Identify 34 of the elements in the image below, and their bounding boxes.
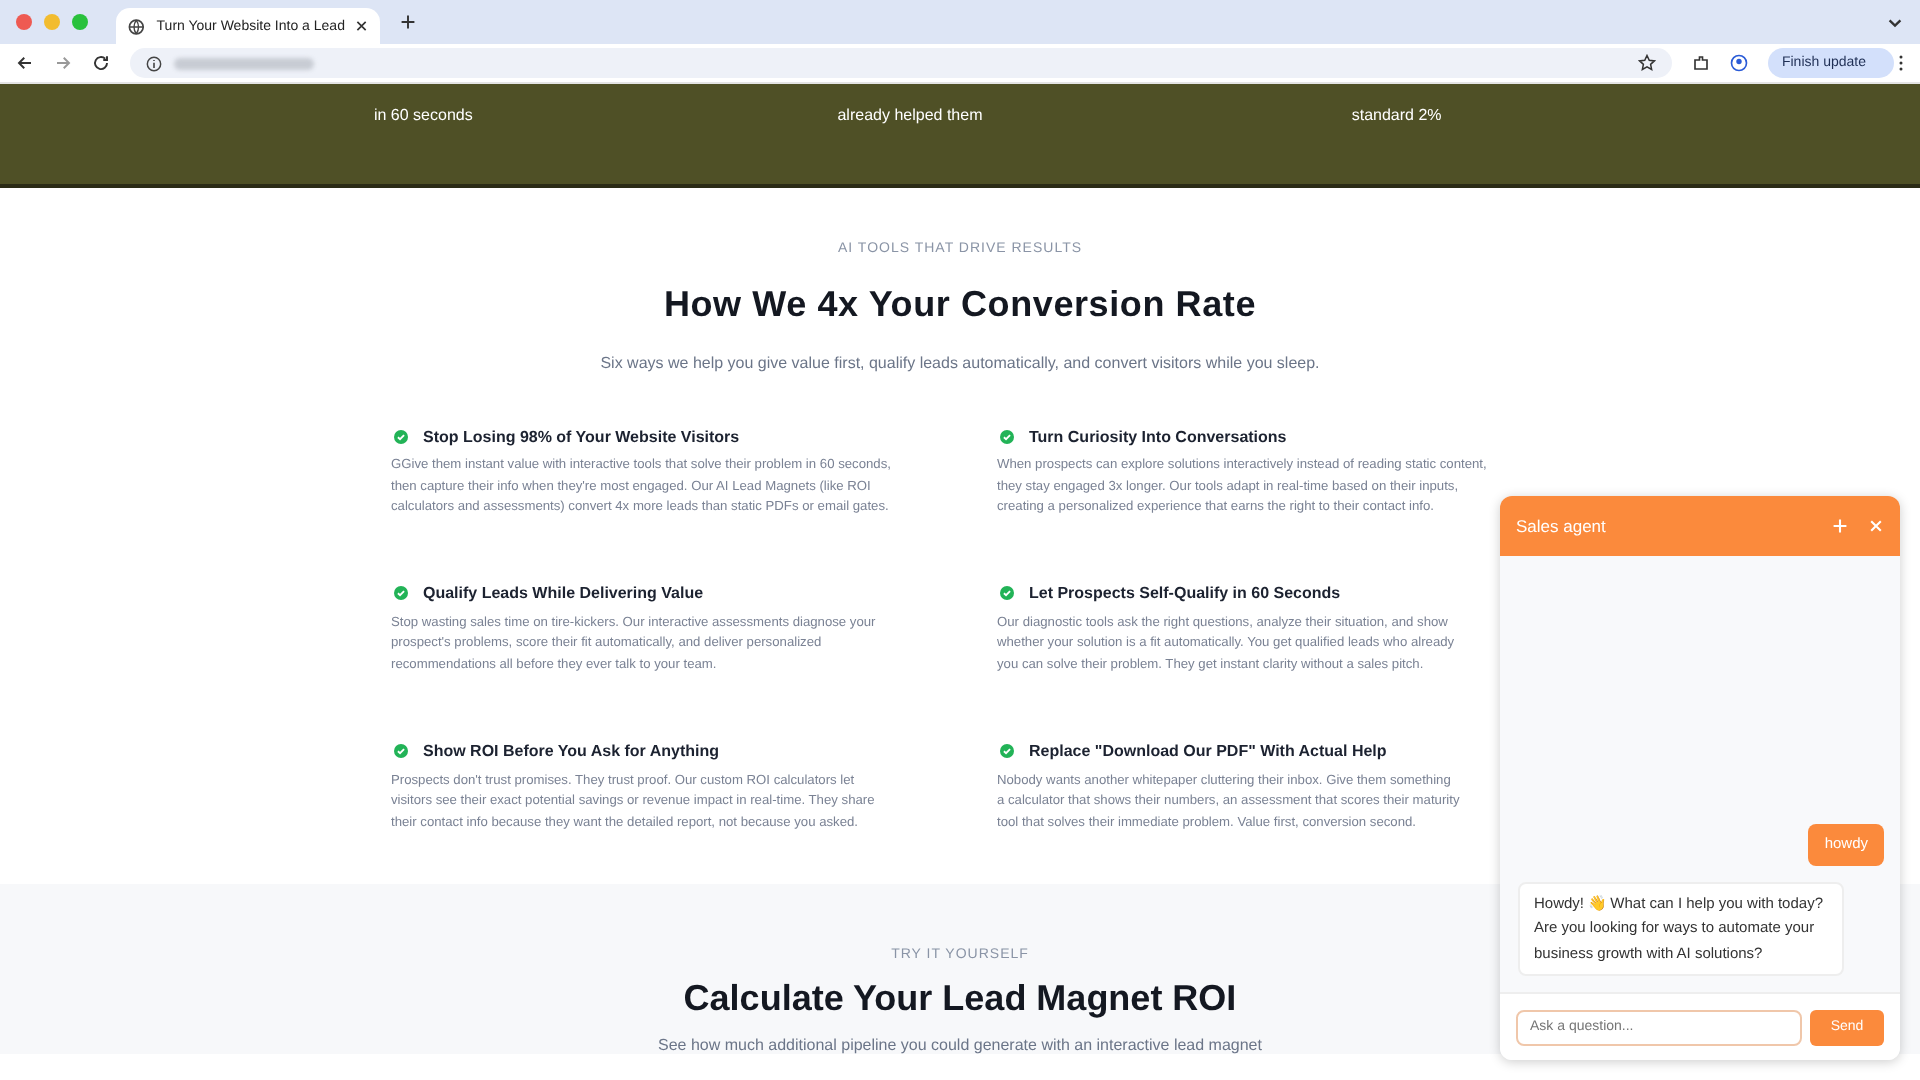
feature-title: Qualify Leads While Delivering Value — [423, 584, 704, 603]
blurred-url — [174, 57, 314, 69]
extensions-icon[interactable] — [1691, 54, 1710, 72]
star-icon[interactable] — [1637, 54, 1656, 72]
back-icon[interactable] — [16, 54, 34, 72]
reload-icon[interactable] — [92, 54, 110, 72]
check-circle-icon — [999, 429, 1013, 443]
section-subtitle: See how much additional pipeline you could generate with an interactive lead magnet — [658, 1036, 1262, 1054]
check-circle-icon — [393, 429, 407, 443]
section-title: Calculate Your Lead Magnet ROI — [683, 978, 1237, 1020]
feature-title: Stop Losing 98% of Your Website Visitors — [423, 427, 740, 445]
close-window-icon[interactable] — [16, 14, 32, 30]
close-icon[interactable] — [356, 20, 368, 32]
check-circle-icon — [393, 744, 407, 759]
info-icon — [146, 55, 162, 71]
feature-title: Show ROI Before You Ask for Anything — [423, 742, 720, 761]
profile-icon[interactable] — [1729, 54, 1748, 72]
stat-text: in 60 seconds — [373, 106, 473, 124]
chat-title: Sales agent — [1516, 516, 1606, 536]
feature-title: Replace "Download Our PDF" With Actual Help — [1029, 742, 1387, 761]
feature-title: Let Prospects Self-Qualify in 60 Seconds — [1029, 584, 1341, 603]
stat-text: already helped them — [837, 106, 983, 124]
check-circle-icon — [999, 744, 1013, 759]
globe-icon — [128, 17, 145, 35]
check-circle-icon — [393, 586, 407, 601]
section-title: How We 4x Your Conversion Rate — [663, 284, 1257, 326]
more-icon[interactable] — [1898, 54, 1904, 72]
feature-title: Turn Curiosity Into Conversations — [1029, 427, 1287, 445]
section-subtitle: Six ways we help you give value first, qualify leads automatically, and convert visitors while you sleep. — [600, 354, 1320, 372]
forward-icon[interactable] — [54, 54, 72, 72]
check-circle-icon — [999, 586, 1013, 601]
new-tab-icon[interactable] — [400, 14, 416, 30]
stat-text: standard 2% — [1351, 106, 1442, 124]
address-field[interactable] — [130, 48, 1672, 78]
